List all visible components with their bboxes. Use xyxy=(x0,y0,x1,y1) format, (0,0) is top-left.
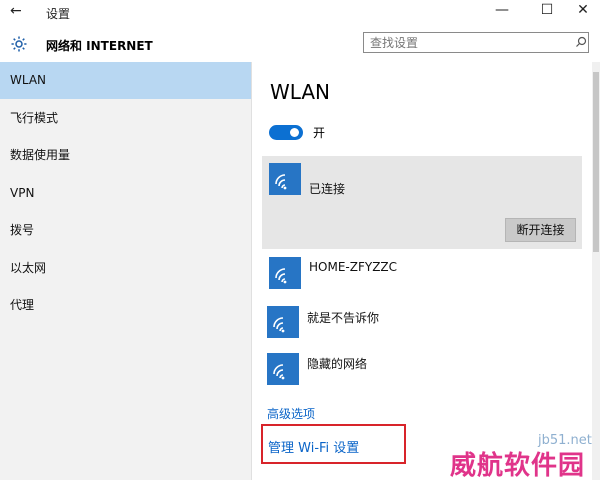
manage-wifi-settings-link[interactable]: 管理 Wi-Fi 设置 xyxy=(268,437,359,456)
gear-icon xyxy=(11,36,27,52)
wifi-icon xyxy=(267,353,299,385)
disconnect-button[interactable]: 断开连接 xyxy=(505,218,576,242)
network-item-home-zfyzzc[interactable]: HOME-ZFYZZC xyxy=(309,260,397,274)
scroll-thumb[interactable] xyxy=(593,72,599,252)
sidebar-item-wlan[interactable]: WLAN xyxy=(0,62,251,99)
search-icon[interactable] xyxy=(575,36,587,48)
toggle-knob xyxy=(290,128,299,137)
wifi-icon xyxy=(269,257,301,289)
scrollbar[interactable] xyxy=(592,62,600,480)
sidebar-item-airplane-mode[interactable]: 飞行模式 xyxy=(0,100,251,137)
sidebar-item-ethernet[interactable]: 以太网 xyxy=(0,250,251,287)
title-bar: ← 设置 — ☐ ✕ xyxy=(0,0,600,26)
watermark-text: 威航软件园 xyxy=(450,451,586,481)
sidebar: WLAN 飞行模式 数据使用量 VPN 拨号 以太网 代理 xyxy=(0,62,252,480)
sidebar-item-proxy[interactable]: 代理 xyxy=(0,287,251,324)
sidebar-item-vpn[interactable]: VPN xyxy=(0,175,251,212)
sidebar-item-data-usage[interactable]: 数据使用量 xyxy=(0,137,251,174)
network-item-hidden[interactable]: 隐藏的网络 xyxy=(307,355,367,372)
minimize-button[interactable]: — xyxy=(487,2,517,18)
toggle-label: 开 xyxy=(313,126,326,140)
search-input[interactable] xyxy=(363,32,589,53)
wlan-toggle[interactable] xyxy=(269,125,303,140)
sidebar-item-dialup[interactable]: 拨号 xyxy=(0,212,251,249)
section-title: WLAN xyxy=(270,80,331,104)
wifi-icon xyxy=(267,306,299,338)
advanced-options-link[interactable]: 高级选项 xyxy=(267,405,315,422)
network-item-2[interactable]: 就是不告诉你 xyxy=(307,309,379,326)
network-name: 已连接 xyxy=(309,182,346,196)
page-title: 网络和 INTERNET xyxy=(46,39,153,53)
back-button[interactable]: ← xyxy=(10,3,22,19)
maximize-button[interactable]: ☐ xyxy=(532,2,562,18)
wifi-icon xyxy=(269,163,301,195)
window-title: 设置 xyxy=(46,7,71,21)
close-button[interactable]: ✕ xyxy=(568,2,598,18)
